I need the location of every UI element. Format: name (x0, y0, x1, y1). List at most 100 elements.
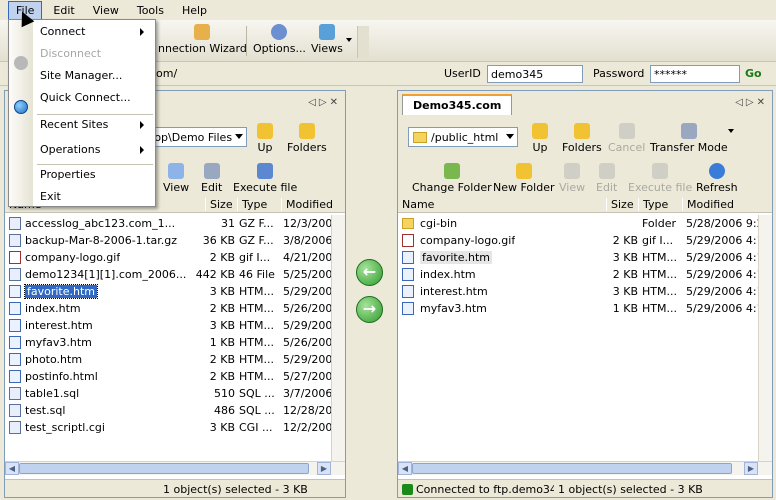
panel-nav-icons[interactable]: ◁▷✕ (735, 97, 768, 108)
table-row[interactable]: favorite.htm 3 KB HTM... 5/29/2006 4:13 F (398, 249, 760, 266)
cell-size: 3 KB (209, 421, 235, 434)
cell-modified: 5/29/2006 4:13 F (686, 268, 760, 281)
remote-folders-button[interactable]: Folders (562, 123, 602, 154)
file-menu-item[interactable]: Properties (40, 166, 147, 184)
col-type[interactable]: Type (237, 198, 267, 211)
cell-type: Folder (642, 217, 676, 230)
local-execute-button[interactable]: Execute file (233, 163, 297, 194)
change-folder-button[interactable]: Change Folder (412, 163, 492, 194)
remote-execute-button[interactable]: Execute file (628, 163, 692, 194)
execute-icon (652, 163, 669, 179)
local-horizontal-scrollbar[interactable]: ◀ ▶ (5, 461, 345, 475)
remote-view-button[interactable]: View (559, 163, 585, 194)
chevron-down-icon (235, 134, 243, 139)
scroll-thumb[interactable] (19, 463, 309, 474)
remote-cancel-button[interactable]: Cancel (608, 123, 645, 154)
transfer-dropdown-icon[interactable] (728, 129, 734, 133)
file-menu-item[interactable]: Operations (40, 141, 147, 159)
table-row[interactable]: demo1234[1][1].com_2006... 442 KB 46 File 5… (5, 266, 333, 283)
refresh-button[interactable]: Refresh (696, 163, 738, 194)
remote-edit-button[interactable]: Edit (596, 163, 617, 194)
new-folder-button[interactable]: New Folder (493, 163, 554, 194)
file-menu-item[interactable]: Connect (40, 23, 147, 41)
userid-field[interactable]: demo345 (487, 65, 583, 83)
cell-size: 2 KB (209, 370, 235, 383)
options-button[interactable]: Options... (253, 24, 306, 55)
html-file-icon (402, 251, 414, 264)
table-row[interactable]: favorite.htm 3 KB HTM... 5/29/2006 (5, 283, 333, 300)
upload-arrow-icon[interactable]: → (356, 296, 383, 323)
scroll-right-icon[interactable]: ▶ (744, 462, 758, 475)
remote-up-button[interactable]: Up (532, 123, 548, 154)
download-arrow-icon[interactable]: ← (356, 259, 383, 286)
transfer-mode-button[interactable]: Transfer Mode (650, 123, 728, 154)
cell-modified: 5/29/2006 4:13 F (686, 302, 760, 315)
scroll-left-icon[interactable]: ◀ (398, 462, 412, 475)
tab-demo345[interactable]: Demo345.com (402, 94, 513, 115)
table-row[interactable]: index.htm 2 KB HTM... 5/29/2006 4:13 F (398, 266, 760, 283)
col-modified[interactable]: Modified (281, 198, 333, 211)
panel-nav-icons[interactable]: ◁▷✕ (308, 97, 341, 108)
toolbar-chevron[interactable] (357, 26, 369, 58)
table-row[interactable]: myfav3.htm 1 KB HTM... 5/26/2005 (5, 334, 333, 351)
file-menu-item[interactable]: Exit (40, 188, 147, 206)
up-folder-icon (257, 123, 273, 139)
cell-type: HTM... (239, 353, 274, 366)
file-icon (9, 268, 21, 281)
file-menu-item[interactable]: Recent Sites (40, 116, 147, 134)
file-icon (9, 421, 21, 434)
cell-type: GZ F... (239, 234, 274, 247)
table-row[interactable]: postinfo.html 2 KB HTM... 5/27/2005 (5, 368, 333, 385)
scroll-left-icon[interactable]: ◀ (5, 462, 19, 475)
local-up-button[interactable]: Up (257, 123, 273, 154)
connection-status-text: Connected to ftp.demo345.c (416, 483, 554, 496)
table-row[interactable]: myfav3.htm 1 KB HTM... 5/29/2006 4:13 F (398, 300, 760, 317)
menu-help[interactable]: Help (175, 2, 214, 19)
local-path-combo[interactable]: top\Demo Files (145, 127, 247, 147)
col-type[interactable]: Type (638, 198, 668, 211)
toolbar-separator (246, 26, 247, 56)
local-folders-button[interactable]: Folders (287, 123, 327, 154)
password-field[interactable]: ****** (650, 65, 740, 83)
table-row[interactable]: test.sql 486 SQL ... 12/28/2005 (5, 402, 333, 419)
table-row[interactable]: company-logo.gif 2 KB gif I... 4/21/2006 (5, 249, 333, 266)
col-modified[interactable]: Modified (682, 198, 734, 211)
table-row[interactable]: interest.htm 3 KB HTM... 5/29/2006 4:13 F (398, 283, 760, 300)
remote-status-text: 1 object(s) selected - 3 KB (558, 483, 703, 496)
table-row[interactable]: test_scriptl.cgi 3 KB CGI ... 12/2/2005 (5, 419, 333, 436)
remote-vertical-scrollbar[interactable] (758, 215, 772, 461)
menu-tools[interactable]: Tools (130, 2, 171, 19)
cell-name: accesslog_abc123.com_1... (25, 217, 176, 230)
local-vertical-scrollbar[interactable] (331, 215, 345, 461)
menu-view[interactable]: View (86, 2, 126, 19)
menu-edit[interactable]: Edit (46, 2, 81, 19)
file-menu-item[interactable]: Disconnect (40, 45, 147, 63)
local-view-button[interactable]: View (163, 163, 189, 194)
cell-type: HTM... (642, 268, 677, 281)
remote-path-combo[interactable]: /public_html (408, 127, 518, 147)
table-row[interactable]: index.htm 2 KB HTM... 5/26/2005 (5, 300, 333, 317)
views-button[interactable]: Views (311, 24, 343, 55)
col-size[interactable]: Size (606, 198, 634, 211)
table-row[interactable]: table1.sql 510 SQL ... 3/7/2006 7 (5, 385, 333, 402)
table-row[interactable]: backup-Mar-8-2006-1.tar.gz 36 KB GZ F... 3/… (5, 232, 333, 249)
table-row[interactable]: cgi-bin Folder 5/28/2006 9:22 F (398, 215, 760, 232)
scroll-thumb[interactable] (412, 463, 732, 474)
table-row[interactable]: photo.htm 2 KB HTM... 5/29/2006 (5, 351, 333, 368)
table-row[interactable]: company-logo.gif 2 KB gif I... 5/29/2006 4:… (398, 232, 760, 249)
chevron-down-icon (506, 134, 514, 139)
file-menu-item[interactable]: Quick Connect... (40, 89, 147, 107)
remote-horizontal-scrollbar[interactable]: ◀ ▶ (398, 461, 772, 475)
cell-type: HTM... (642, 251, 677, 264)
table-row[interactable]: accesslog_abc123.com_1... 31 GZ F... 12/3/2… (5, 215, 333, 232)
col-size[interactable]: Size (205, 198, 233, 211)
table-row[interactable]: interest.htm 3 KB HTM... 5/29/2006 (5, 317, 333, 334)
go-button[interactable]: Go (745, 67, 762, 80)
remote-folders-label: Folders (562, 141, 602, 154)
scroll-right-icon[interactable]: ▶ (317, 462, 331, 475)
col-name[interactable]: Name (398, 198, 434, 211)
file-menu-item[interactable]: Site Manager... (40, 67, 147, 85)
connection-wizard-button[interactable]: nnection Wizard (158, 24, 247, 55)
local-edit-button[interactable]: Edit (201, 163, 222, 194)
views-dropdown-icon[interactable] (346, 38, 352, 42)
